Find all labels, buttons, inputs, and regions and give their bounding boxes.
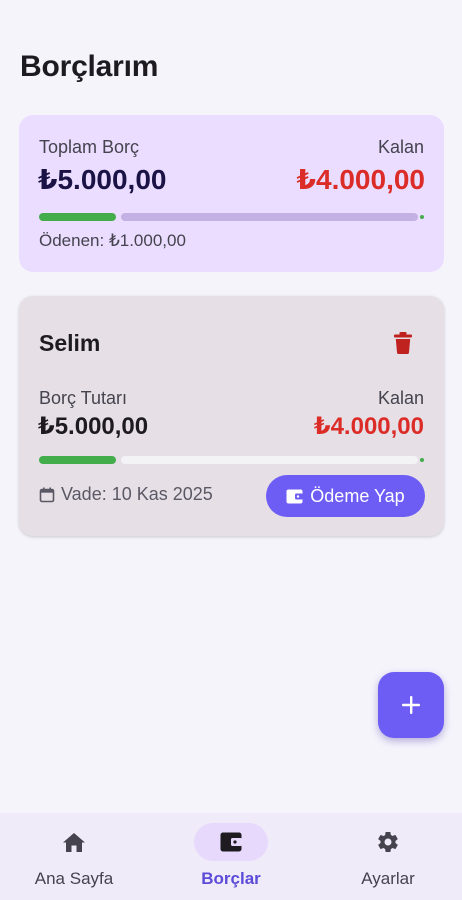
progress-track (121, 456, 418, 464)
wallet-icon (220, 832, 242, 852)
debt-progress-bar (39, 456, 424, 464)
due-date: Vade: 10 Kas 2025 (39, 484, 213, 505)
total-debt-value: ₺5.000,00 (38, 164, 167, 195)
nav-label-home: Ana Sayfa (34, 869, 114, 888)
plus-icon (402, 696, 420, 714)
trash-icon (394, 332, 412, 354)
calendar-icon (39, 487, 55, 502)
wallet-icon (286, 489, 304, 503)
debt-amount-value: ₺5.000,00 (38, 413, 149, 440)
add-debt-button[interactable] (378, 672, 444, 738)
nav-icon-container (351, 823, 425, 861)
debt-card[interactable]: Selim Borç Tutarı Kalan ₺5.000,00 ₺4.000… (19, 296, 444, 536)
delete-button[interactable] (389, 329, 417, 357)
make-payment-button[interactable]: Ödeme Yap (266, 475, 425, 517)
nav-label-settings: Ayarlar (361, 869, 415, 888)
progress-fill (39, 213, 116, 221)
nav-item-debts[interactable]: Borçlar (161, 813, 301, 900)
summary-card: Toplam Borç Kalan ₺5.000,00 ₺4.000,00 Öd… (19, 115, 444, 272)
due-date-text: Vade: 10 Kas 2025 (61, 484, 213, 504)
progress-end-dot (420, 458, 424, 462)
debt-amount-label: Borç Tutarı (39, 388, 128, 408)
debt-remaining-label: Kalan (377, 388, 424, 408)
remaining-label: Kalan (377, 137, 424, 157)
progress-track (121, 213, 418, 221)
total-debt-label: Toplam Borç (39, 137, 140, 157)
nav-icon-container (194, 823, 268, 861)
summary-progress-bar (39, 213, 424, 221)
make-payment-label: Ödeme Yap (310, 485, 405, 506)
paid-amount-text: Ödenen: ₺1.000,00 (39, 231, 186, 250)
progress-end-dot (420, 215, 424, 219)
nav-label-debts: Borçlar (201, 869, 261, 888)
gear-icon (378, 832, 398, 853)
progress-fill (39, 456, 116, 464)
nav-icon-container (37, 823, 111, 861)
home-icon (63, 832, 85, 852)
nav-item-settings[interactable]: Ayarlar (318, 813, 458, 900)
debt-remaining-value: ₺4.000,00 (313, 413, 424, 440)
bottom-navigation: Ana Sayfa Borçlar Ayarlar (0, 813, 462, 900)
nav-item-home[interactable]: Ana Sayfa (4, 813, 144, 900)
debtor-name: Selim (39, 330, 101, 356)
remaining-value: ₺4.000,00 (296, 164, 425, 195)
page-title: Borçlarım (20, 50, 159, 83)
